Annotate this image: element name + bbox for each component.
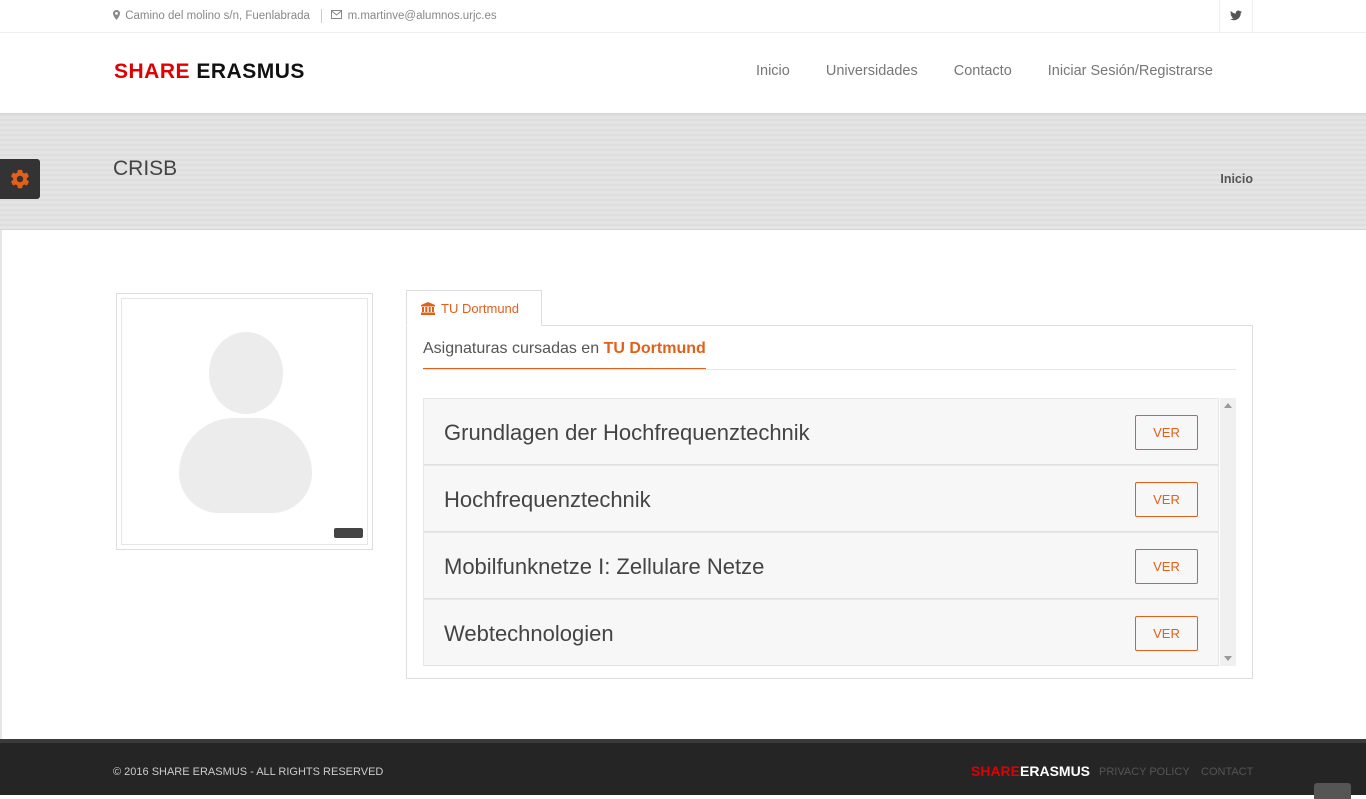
main-nav: Inicio Universidades Contacto Iniciar Se… [756, 63, 1213, 79]
subject-name: Hochfrequenztechnik [444, 487, 651, 512]
scroll-down-icon[interactable] [1224, 656, 1232, 661]
nav-contacto[interactable]: Contacto [954, 63, 1012, 79]
heading-university[interactable]: TU Dortmund [604, 340, 706, 357]
breadcrumb-inicio[interactable]: Inicio [1220, 172, 1253, 186]
settings-toggle[interactable] [0, 159, 40, 199]
view-button[interactable]: VER [1135, 482, 1198, 517]
view-button[interactable]: VER [1135, 616, 1198, 651]
list-item: Grundlagen der Hochfrequenztechnik VER [423, 398, 1219, 465]
divider [321, 9, 323, 23]
subjects-panel: Asignaturas cursadas en TU Dortmund Grun… [406, 325, 1253, 679]
contact-link[interactable]: CONTACT [1201, 766, 1253, 778]
avatar-edit-button[interactable] [334, 528, 363, 538]
nav-login-register[interactable]: Iniciar Sesión/Registrarse [1048, 63, 1213, 79]
twitter-link[interactable] [1219, 0, 1253, 33]
top-bar: Camino del molino s/n, Fuenlabrada m.mar… [0, 0, 1366, 33]
side-strip [0, 230, 2, 740]
footer-logo-erasmus: ERASMUS [1020, 763, 1091, 779]
header: SHARE ERASMUS Inicio Universidades Conta… [0, 33, 1366, 113]
site-logo[interactable]: SHARE ERASMUS [114, 60, 305, 84]
footer-logo-share: SHARE [971, 763, 1021, 779]
twitter-icon [1230, 10, 1242, 21]
view-button[interactable]: VER [1135, 549, 1198, 584]
tab-label: TU Dortmund [441, 301, 520, 316]
tab-university[interactable]: TU Dortmund [406, 290, 542, 326]
list-item: Webtechnologien VER [423, 599, 1219, 666]
address-text: Camino del molino s/n, Fuenlabrada [125, 10, 310, 22]
subjects-list: Grundlagen der Hochfrequenztechnik VER H… [423, 398, 1219, 666]
nav-universidades[interactable]: Universidades [826, 63, 918, 79]
contact-info: Camino del molino s/n, Fuenlabrada m.mar… [113, 9, 497, 23]
avatar-body [179, 418, 312, 513]
page-title-band: CRISB Inicio [0, 113, 1366, 230]
subject-name: Webtechnologien [444, 621, 614, 646]
view-button[interactable]: VER [1135, 415, 1198, 450]
footer: © 2016 SHARE ERASMUS - ALL RIGHTS RESERV… [0, 739, 1366, 799]
scroll-up-icon[interactable] [1224, 403, 1232, 408]
back-to-top-button[interactable] [1314, 783, 1351, 799]
avatar [121, 298, 368, 545]
nav-inicio[interactable]: Inicio [756, 63, 790, 79]
logo-share: SHARE [114, 60, 191, 83]
avatar-head [209, 332, 283, 414]
privacy-policy-link[interactable]: PRIVACY POLICY [1099, 766, 1190, 778]
avatar-card [116, 293, 373, 550]
logo-erasmus: ERASMUS [196, 60, 305, 83]
list-item: Mobilfunknetze I: Zellulare Netze VER [423, 532, 1219, 599]
footer-logo[interactable]: SHAREERASMUS [971, 763, 1090, 779]
map-marker-icon [113, 9, 120, 23]
list-item: Hochfrequenztechnik VER [423, 465, 1219, 532]
gear-icon [11, 169, 29, 189]
divider [423, 369, 1236, 370]
email-link[interactable]: m.martinve@alumnos.urjc.es [348, 10, 497, 22]
envelope-icon [331, 10, 343, 22]
copyright-text: © 2016 SHARE ERASMUS - ALL RIGHTS RESERV… [113, 766, 384, 778]
list-scrollbar[interactable] [1220, 398, 1236, 666]
university-icon [421, 302, 435, 315]
subjects-heading: Asignaturas cursadas en TU Dortmund [423, 340, 706, 369]
subject-name: Mobilfunknetze I: Zellulare Netze [444, 554, 765, 579]
heading-prefix: Asignaturas cursadas en [423, 340, 600, 357]
subject-name: Grundlagen der Hochfrequenztechnik [444, 420, 810, 445]
page-title: CRISB [113, 157, 178, 180]
